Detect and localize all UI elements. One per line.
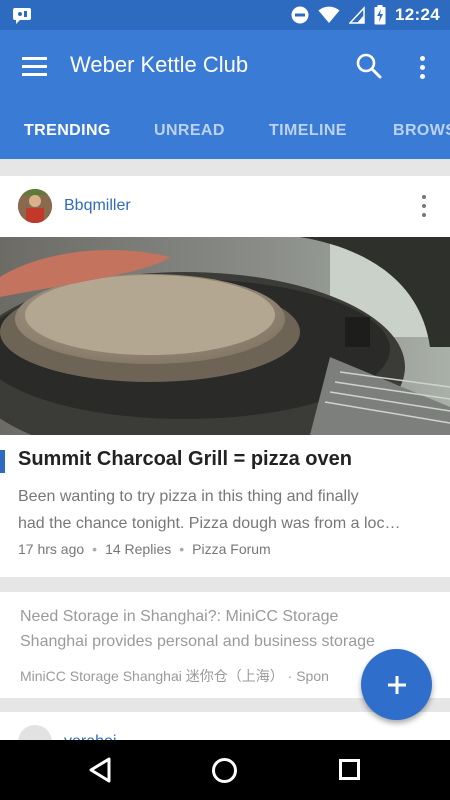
- menu-icon[interactable]: [14, 48, 54, 84]
- tab-browse[interactable]: BROWS: [393, 102, 450, 159]
- post-title[interactable]: Summit Charcoal Grill = pizza oven: [18, 448, 352, 471]
- status-time: 12:24: [395, 5, 440, 24]
- compose-button[interactable]: [361, 649, 432, 720]
- ad-title-line: Need Storage in Shanghai?: MiniCC Storag…: [20, 608, 339, 625]
- tab-trending[interactable]: TRENDING: [24, 102, 111, 159]
- back-icon[interactable]: [88, 757, 112, 783]
- app-bar: Weber Kettle Club: [0, 30, 450, 102]
- signal-icon: [349, 6, 365, 24]
- tab-timeline[interactable]: TIMELINE: [269, 102, 347, 159]
- avatar[interactable]: [18, 189, 52, 223]
- post-excerpt[interactable]: Been wanting to try pizza in this thing …: [18, 483, 438, 537]
- battery-charging-icon: [374, 5, 386, 25]
- ad-sponsor: MiniCC Storage Shanghai 迷你仓（上海） · Spon: [20, 668, 329, 684]
- app-title: Weber Kettle Club: [70, 52, 249, 77]
- post-meta: 17 hrs ago • 14 Replies • Pizza Forum: [18, 541, 271, 557]
- accent-bar: [0, 450, 5, 473]
- do-not-disturb-icon: [291, 6, 309, 24]
- post-excerpt-line: Been wanting to try pizza in this thing …: [18, 488, 359, 505]
- more-vert-icon[interactable]: [410, 50, 434, 84]
- separator-dot: •: [179, 541, 185, 557]
- home-icon[interactable]: [212, 758, 237, 783]
- search-icon[interactable]: [352, 50, 386, 84]
- post-time: 17 hrs ago: [18, 541, 85, 557]
- status-bar: 12:24: [0, 0, 450, 30]
- system-nav-bar: [0, 740, 450, 800]
- plus-icon: [387, 675, 406, 694]
- notification-icon: [13, 8, 31, 24]
- post-author[interactable]: Bbqmiller: [64, 197, 131, 215]
- post-excerpt-line: had the chance tonight. Pizza dough was …: [18, 515, 401, 532]
- post-card[interactable]: Bbqmiller Summit Charcoal Grill = pizza …: [0, 176, 450, 577]
- post-image[interactable]: [0, 237, 450, 435]
- wifi-icon: [318, 6, 340, 23]
- recents-icon[interactable]: [339, 759, 360, 780]
- more-vert-icon[interactable]: [420, 195, 428, 217]
- post-forum[interactable]: Pizza Forum: [192, 541, 271, 557]
- separator-dot: •: [92, 541, 98, 557]
- post-replies: 14 Replies: [105, 541, 172, 557]
- ad-title-line: Shanghai provides personal and business …: [20, 633, 375, 650]
- tab-unread[interactable]: UNREAD: [154, 102, 225, 159]
- tab-bar: TRENDING UNREAD TIMELINE BROWS: [0, 102, 450, 159]
